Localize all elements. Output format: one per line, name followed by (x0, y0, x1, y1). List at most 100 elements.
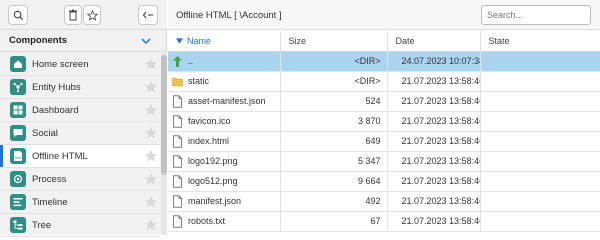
sidebar-item-label: Process (32, 174, 67, 185)
table-row[interactable]: manifest.json 492 21.07.2023 13:58:46 (168, 191, 600, 212)
file-name: favicon.ico (188, 116, 231, 126)
sidebar-item-home-screen[interactable]: Home screen (0, 53, 160, 76)
cell-date: 21.07.2023 13:58:46 (387, 91, 481, 112)
cell-size: 524 (280, 91, 388, 112)
table-header-row: Name Size Date State (168, 31, 600, 52)
dashboard-icon (10, 102, 26, 118)
sidebar-scrollbar[interactable] (161, 53, 167, 235)
sidebar-item-tree[interactable]: Tree (0, 214, 160, 237)
star-icon[interactable] (144, 149, 158, 163)
cell-date: 21.07.2023 13:58:46 (387, 131, 481, 152)
column-header-state[interactable]: State (480, 31, 600, 52)
table-row[interactable]: static <DIR> 21.07.2023 13:58:46 (168, 71, 600, 92)
sidebar-item-entity-hubs[interactable]: Entity Hubs (0, 76, 160, 99)
column-header-name-label: Name (187, 35, 212, 46)
cell-name: asset-manifest.json (168, 91, 281, 112)
star-icon[interactable] (144, 126, 158, 140)
collapse-panel-button[interactable] (138, 5, 158, 25)
tree-icon (10, 217, 26, 233)
file-rows: .. <DIR> 24.07.2023 10:07:38 static <DIR> 21.… (168, 51, 600, 232)
cell-name: static (168, 71, 281, 92)
sidebar-item-label: Offline HTML (32, 151, 88, 162)
cell-size: 67 (280, 211, 388, 232)
column-header-size[interactable]: Size (280, 31, 388, 52)
cell-state (480, 191, 600, 212)
table-row[interactable]: asset-manifest.json 524 21.07.2023 13:58:4… (168, 91, 600, 112)
components-header[interactable]: Components (0, 30, 167, 52)
sidebar-toolbar (0, 0, 167, 30)
cell-date: 21.07.2023 13:58:46 (387, 71, 481, 92)
file-name: asset-manifest.json (188, 96, 266, 106)
sidebar-item-label: Tree (32, 220, 52, 231)
components-title: Components (9, 35, 68, 46)
scrollbar-thumb[interactable] (161, 55, 167, 175)
html-icon: html (10, 148, 26, 164)
svg-text:html: html (15, 156, 22, 160)
star-icon[interactable] (144, 80, 158, 94)
file-icon (173, 114, 182, 128)
column-header-name[interactable]: Name (168, 31, 281, 52)
folder-icon (172, 77, 183, 86)
sidebar-item-social[interactable]: Social (0, 122, 160, 145)
sidebar-item-label: Social (32, 128, 58, 139)
search-button[interactable] (8, 5, 28, 25)
file-name: manifest.json (188, 196, 242, 206)
sidebar: Components Home screen Entity Hubs Dashboa… (0, 0, 167, 237)
cell-size: 649 (280, 131, 388, 152)
column-header-date[interactable]: Date (387, 31, 481, 52)
star-icon (86, 9, 98, 21)
chat-icon (10, 125, 26, 141)
cell-name: logo512.png (168, 171, 281, 192)
file-name: logo192.png (188, 156, 238, 166)
sidebar-item-timeline[interactable]: Timeline (0, 191, 160, 214)
up-arrow-icon (173, 55, 182, 67)
table-row[interactable]: favicon.ico 3 870 21.07.2023 13:58:46 (168, 111, 600, 132)
cell-size: <DIR> (280, 51, 388, 72)
page-title: Offline HTML [ \Account ] (176, 10, 282, 21)
sidebar-item-process[interactable]: Process (0, 168, 160, 191)
timeline-icon (10, 194, 26, 210)
cell-name: manifest.json (168, 191, 281, 212)
cell-size: 3 870 (280, 111, 388, 132)
star-icon[interactable] (144, 103, 158, 117)
trash-icon (69, 9, 77, 21)
star-icon[interactable] (144, 172, 158, 186)
cell-name: robots.txt (168, 211, 281, 232)
table-row[interactable]: .. <DIR> 24.07.2023 10:07:38 (168, 51, 600, 72)
cell-date: 21.07.2023 13:58:46 (387, 111, 481, 132)
file-browser-header: Offline HTML [ \Account ] (168, 0, 600, 30)
cell-date: 24.07.2023 10:07:38 (387, 51, 481, 72)
table-row[interactable]: logo192.png 5 347 21.07.2023 13:58:46 (168, 151, 600, 172)
file-icon (173, 134, 182, 148)
cell-size: 9 664 (280, 171, 388, 192)
sidebar-item-dashboard[interactable]: Dashboard (0, 99, 160, 122)
star-icon[interactable] (144, 57, 158, 71)
delete-button[interactable] (64, 5, 82, 25)
table-row[interactable]: logo512.png 9 664 21.07.2023 13:58:46 (168, 171, 600, 192)
file-name: logo512.png (188, 176, 238, 186)
file-icon (173, 154, 182, 168)
search-icon (13, 10, 23, 20)
chevron-down-icon[interactable] (140, 35, 152, 47)
cell-state (480, 211, 600, 232)
sidebar-item-offline-html[interactable]: html Offline HTML (0, 145, 160, 168)
cell-state (480, 71, 600, 92)
table-row[interactable]: index.html 649 21.07.2023 13:58:46 (168, 131, 600, 152)
star-icon[interactable] (144, 218, 158, 232)
cell-name: index.html (168, 131, 281, 152)
search-input[interactable] (481, 5, 591, 25)
table-row[interactable]: robots.txt 67 21.07.2023 13:58:46 (168, 211, 600, 232)
sidebar-item-label: Home screen (32, 59, 89, 70)
file-name: index.html (188, 136, 230, 146)
file-icon (173, 194, 182, 208)
favorite-button[interactable] (83, 5, 101, 25)
sidebar-item-label: Dashboard (32, 105, 79, 116)
cell-state (480, 131, 600, 152)
file-icon (173, 174, 182, 188)
network-icon (10, 79, 26, 95)
star-icon[interactable] (144, 195, 158, 209)
file-icon (173, 94, 182, 108)
components-list: Home screen Entity Hubs Dashboard Social htm… (0, 53, 160, 237)
cell-name: favicon.ico (168, 111, 281, 132)
cell-size: 5 347 (280, 151, 388, 172)
